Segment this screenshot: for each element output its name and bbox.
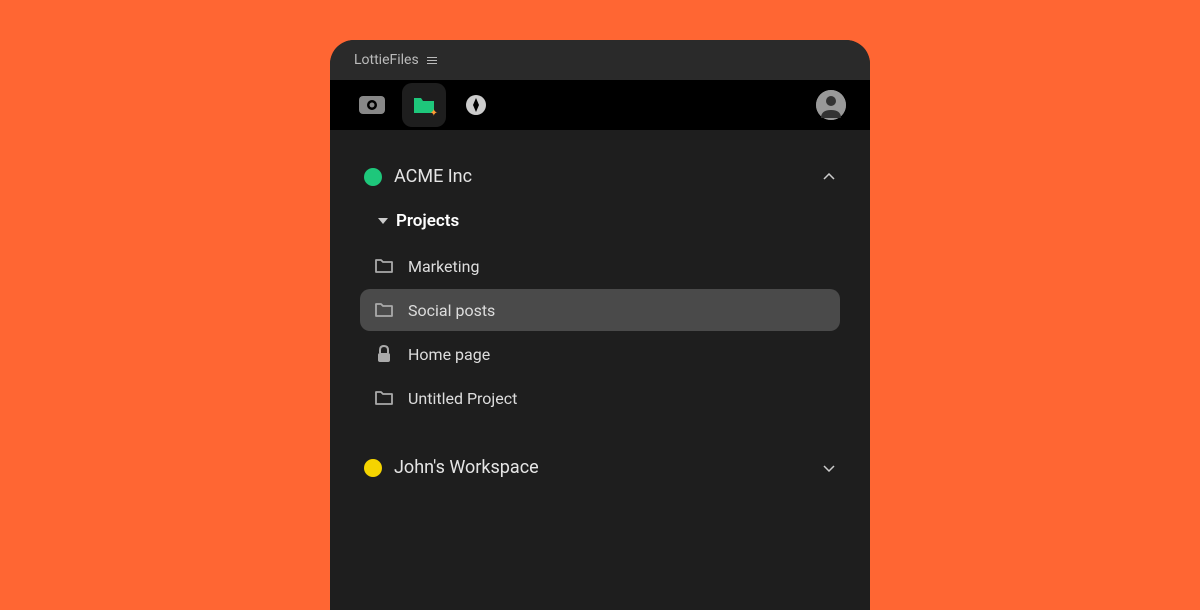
main-toolbar: ✦ [330, 80, 870, 130]
sparkle-icon: ✦ [430, 108, 438, 119]
folder-label: Untitled Project [408, 389, 517, 408]
folder-item-marketing[interactable]: Marketing [360, 245, 840, 287]
folder-list: Marketing Social posts Home page [348, 245, 852, 419]
eye-icon [359, 96, 385, 114]
file-browser-panel: LottieFiles ✦ [330, 40, 870, 610]
folder-label: Social posts [408, 301, 495, 320]
folder-icon [374, 388, 394, 408]
folder-item-social-posts[interactable]: Social posts [360, 289, 840, 331]
workspace-name: John's Workspace [394, 457, 810, 478]
compass-icon [465, 94, 487, 116]
lock-icon [374, 344, 394, 364]
avatar-icon [816, 90, 846, 120]
workspace-content: ACME Inc Projects Marketing Social posts [330, 130, 870, 610]
folder-label: Marketing [408, 257, 479, 276]
projects-section-header[interactable]: Projects [348, 195, 852, 239]
triangle-down-icon [378, 218, 388, 224]
workspace-name: ACME Inc [394, 166, 810, 187]
folder-label: Home page [408, 345, 490, 364]
folder-icon [374, 300, 394, 320]
user-avatar[interactable] [816, 90, 846, 120]
folder-item-home-page[interactable]: Home page [360, 333, 840, 375]
workspace-color-dot [364, 459, 382, 477]
eye-tab-button[interactable] [350, 83, 394, 127]
chevron-up-icon [822, 170, 836, 184]
workspace-header-john[interactable]: John's Workspace [348, 449, 852, 486]
workspace-header-acme[interactable]: ACME Inc [348, 158, 852, 195]
menu-icon[interactable] [427, 57, 437, 64]
section-title: Projects [396, 211, 459, 231]
compass-tab-button[interactable] [454, 83, 498, 127]
app-title: LottieFiles [354, 52, 419, 68]
titlebar: LottieFiles [330, 40, 870, 80]
folder-tab-button[interactable]: ✦ [402, 83, 446, 127]
chevron-down-icon [822, 461, 836, 475]
folder-icon [374, 256, 394, 276]
folder-item-untitled[interactable]: Untitled Project [360, 377, 840, 419]
workspace-color-dot [364, 168, 382, 186]
